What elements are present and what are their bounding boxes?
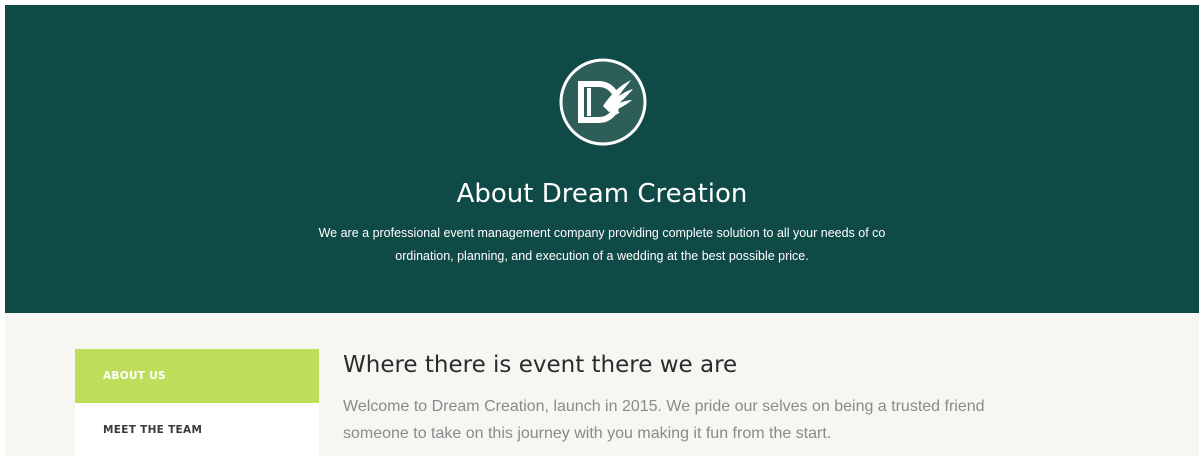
section-text: Welcome to Dream Creation, launch in 201… — [343, 393, 1103, 447]
section-text-line-2: someone to take on this journey with you… — [343, 425, 832, 442]
about-content: ABOUT US MEET THE TEAM Where there is ev… — [5, 313, 1199, 457]
about-side-nav: ABOUT US MEET THE TEAM — [75, 349, 319, 457]
dream-creation-logo-icon — [559, 58, 647, 146]
hero-description: We are a professional event management c… — [267, 222, 937, 268]
section-text-line-1: Welcome to Dream Creation, launch in 201… — [343, 398, 985, 415]
hero-description-line-1: We are a professional event management c… — [318, 226, 886, 240]
sidebar-item-about-us[interactable]: ABOUT US — [75, 349, 319, 403]
sidebar-item-meet-the-team[interactable]: MEET THE TEAM — [75, 403, 319, 457]
section-heading: Where there is event there we are — [343, 352, 738, 378]
page-title: About Dream Creation — [456, 179, 748, 209]
hero-banner: About Dream Creation We are a profession… — [5, 5, 1199, 313]
hero-description-line-2: ordination, planning, and execution of a… — [395, 249, 809, 263]
